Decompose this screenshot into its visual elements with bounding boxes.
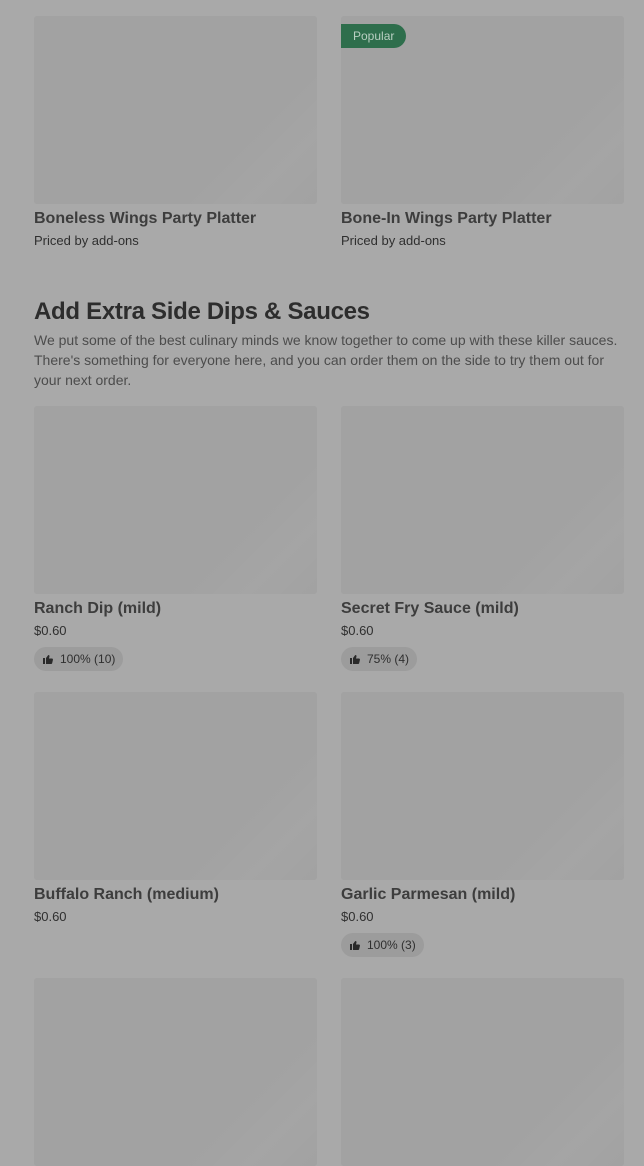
menu-item-card[interactable] — [34, 978, 317, 1166]
menu-item-card[interactable]: Boneless Wings Party Platter Priced by a… — [34, 16, 317, 249]
item-image[interactable] — [34, 978, 317, 1166]
menu-item-card[interactable]: Buffalo Ranch (medium) $0.60 — [34, 692, 317, 957]
menu-item-card[interactable] — [341, 978, 624, 1166]
item-title: Boneless Wings Party Platter — [34, 210, 257, 227]
item-title: Ranch Dip (mild) — [34, 600, 162, 617]
rating-text: 100% (3) — [367, 938, 416, 952]
sauce-grid-row — [34, 978, 624, 1166]
item-title: Garlic Parmesan (mild) — [341, 886, 516, 903]
menu-item-card[interactable]: Secret Fry Sauce (mild) $0.60 75% (4) — [341, 406, 624, 671]
item-title: Bone-In Wings Party Platter — [341, 210, 552, 227]
item-subtitle: Priced by add-ons — [34, 233, 139, 248]
item-price: $0.60 — [34, 909, 67, 924]
section-title: Add Extra Side Dips & Sauces — [34, 298, 370, 325]
thumbs-up-icon — [43, 655, 53, 664]
item-image[interactable] — [341, 692, 624, 880]
item-image[interactable] — [34, 16, 317, 204]
menu-item-card[interactable]: Garlic Parmesan (mild) $0.60 100% (3) — [341, 692, 624, 957]
thumbs-up-icon — [350, 941, 360, 950]
rating-badge: 75% (4) — [341, 647, 418, 671]
menu-item-card[interactable]: Ranch Dip (mild) $0.60 100% (10) — [34, 406, 317, 671]
item-title: Buffalo Ranch (medium) — [34, 886, 219, 903]
rating-badge: 100% (10) — [34, 647, 124, 671]
popular-badge: Popular — [341, 24, 407, 48]
sauce-grid-row: Ranch Dip (mild) $0.60 100% (10) Secret … — [34, 406, 624, 671]
item-image[interactable] — [34, 692, 317, 880]
sauce-grid-row: Buffalo Ranch (medium) $0.60 Garlic Parm… — [34, 692, 624, 957]
rating-badge: 100% (3) — [341, 933, 424, 957]
item-title: Secret Fry Sauce (mild) — [341, 600, 519, 617]
item-price: $0.60 — [341, 623, 374, 638]
item-image[interactable] — [34, 406, 317, 594]
item-image[interactable] — [341, 978, 624, 1166]
item-image[interactable] — [341, 406, 624, 594]
rating-text: 75% (4) — [367, 652, 410, 666]
menu-item-card[interactable]: Popular Bone-In Wings Party Platter Pric… — [341, 16, 624, 249]
rating-text: 100% (10) — [60, 652, 116, 666]
thumbs-up-icon — [350, 655, 360, 664]
section-description: We put some of the best culinary minds w… — [34, 332, 618, 388]
item-price: $0.60 — [34, 623, 67, 638]
item-price: $0.60 — [341, 909, 374, 924]
platter-grid: Boneless Wings Party Platter Priced by a… — [34, 16, 624, 249]
item-subtitle: Priced by add-ons — [341, 233, 446, 248]
